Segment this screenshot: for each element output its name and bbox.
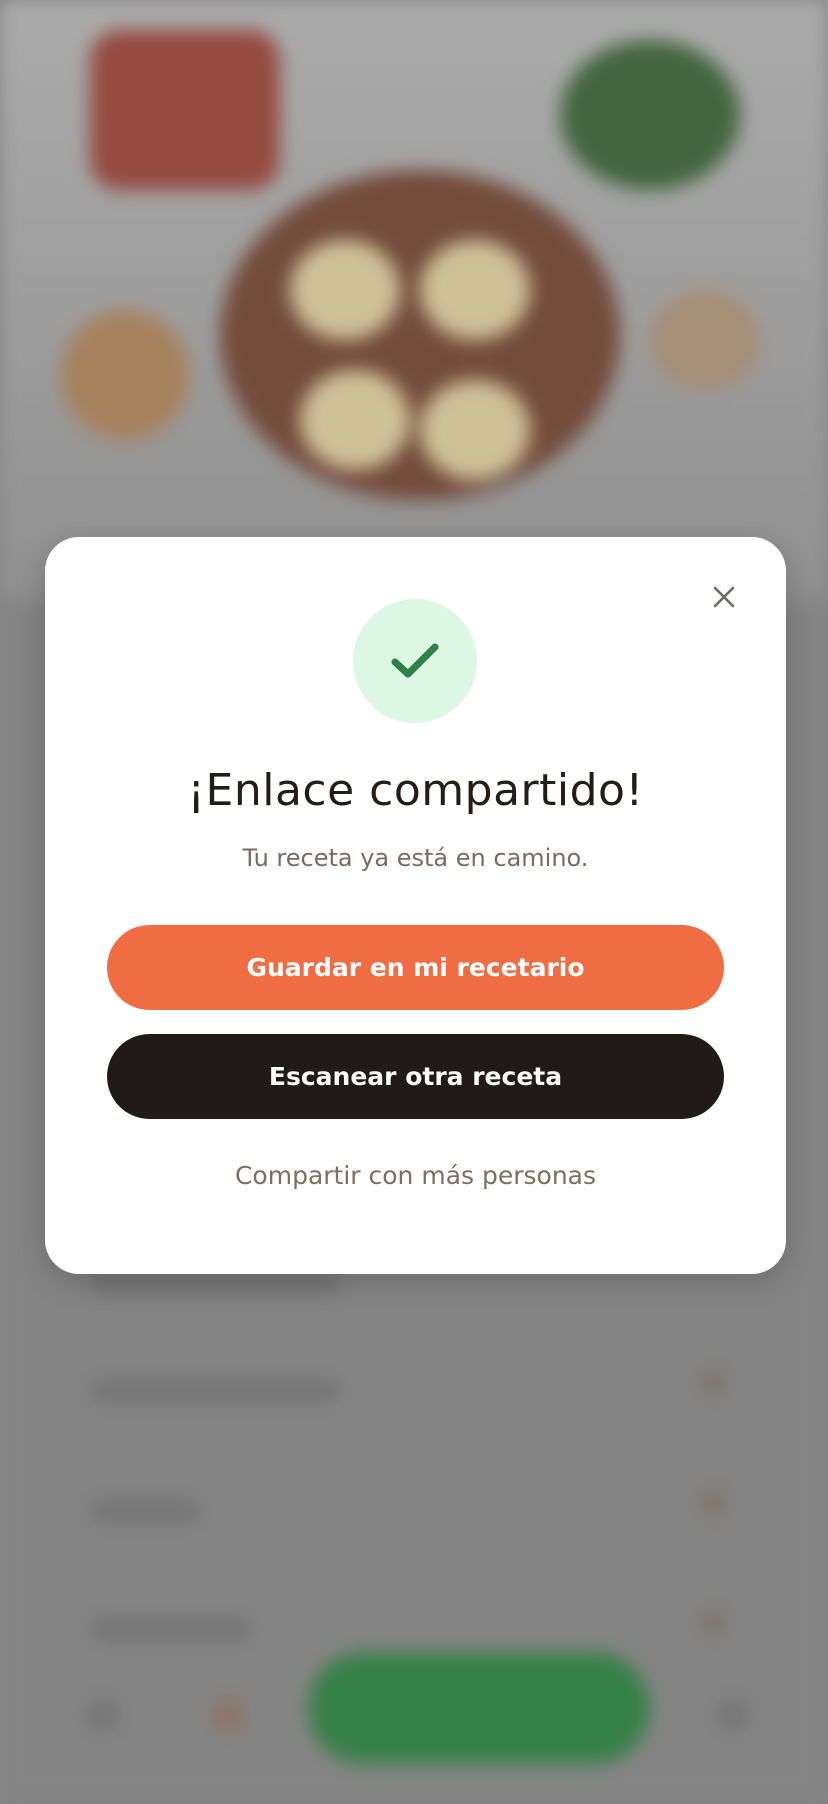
modal-title: ¡Enlace compartido! xyxy=(187,765,644,816)
share-success-modal: ¡Enlace compartido! Tu receta ya está en… xyxy=(45,537,786,1274)
modal-subtitle: Tu receta ya está en camino. xyxy=(242,844,589,872)
share-with-more-people-link[interactable]: Compartir con más personas xyxy=(45,1161,786,1190)
save-to-recipe-book-button[interactable]: Guardar en mi recetario xyxy=(107,925,724,1010)
screen: ¡Enlace compartido! Tu receta ya está en… xyxy=(0,0,828,1804)
close-icon xyxy=(713,586,735,608)
checkmark-icon xyxy=(391,643,439,678)
success-badge xyxy=(353,599,477,723)
close-button[interactable] xyxy=(702,575,746,619)
scan-another-recipe-button[interactable]: Escanear otra receta xyxy=(107,1034,724,1119)
